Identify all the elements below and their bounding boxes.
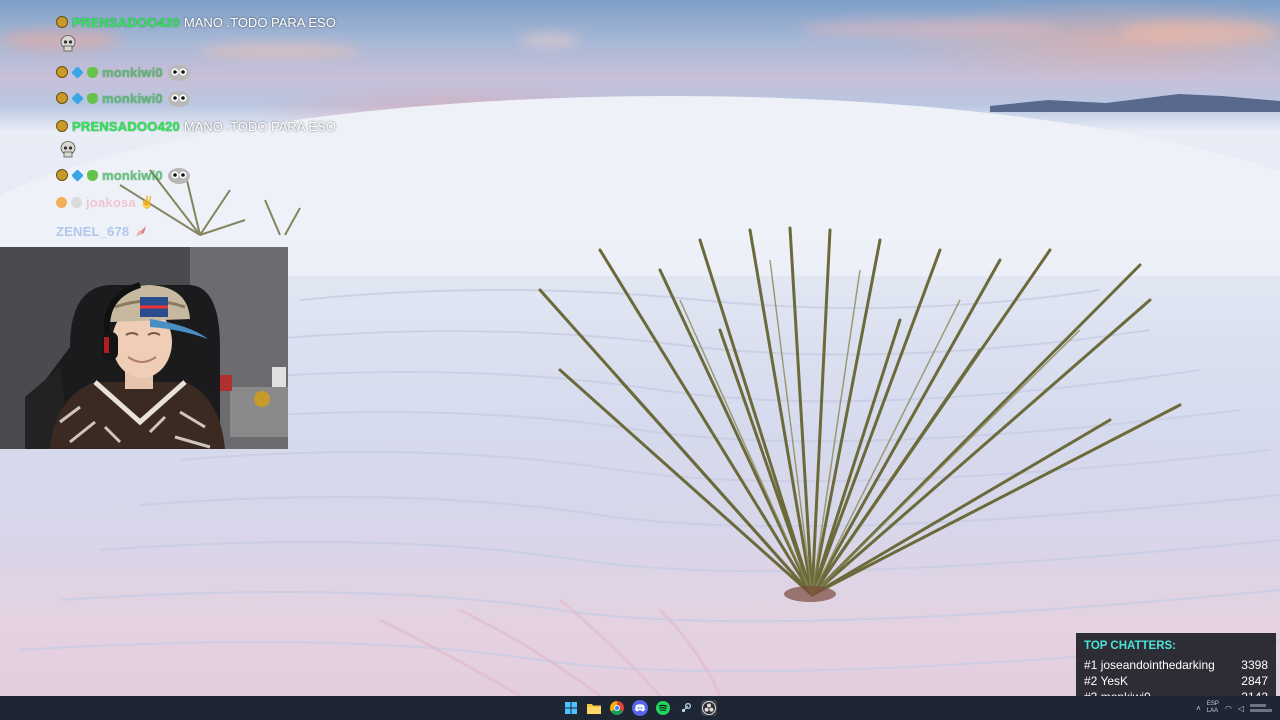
top-chatters-title: TOP CHATTERS:	[1084, 640, 1177, 652]
ghost-badge-icon	[71, 196, 82, 208]
cube-badge-icon	[71, 65, 84, 79]
rocket-emote	[136, 226, 147, 236]
webcam-image	[0, 247, 288, 449]
top-chatter-entry: #1 joseandointhedarking	[1084, 658, 1215, 674]
chatter-name: joseandointhedarking	[1100, 658, 1215, 672]
volume-icon[interactable]: ◁	[1238, 704, 1244, 713]
language-code: ESP	[1206, 701, 1219, 707]
system-tray: ˄ ESP LAA ◠ ◁	[1190, 696, 1272, 720]
spotify-icon[interactable]	[655, 700, 671, 716]
badge-icon	[56, 169, 68, 181]
chat-text: MANO .TODO PARA ESO	[183, 118, 336, 134]
top-chatter-entry: #2 YesK	[1084, 674, 1128, 690]
language-indicator[interactable]: ESP LAA	[1207, 701, 1219, 715]
chatter-rank: #2	[1084, 674, 1098, 688]
chat-username: PRENSADOO420	[72, 14, 180, 30]
chat-emote-line	[60, 34, 76, 54]
cube-badge-icon	[71, 91, 84, 105]
hand-emote: ✌	[139, 195, 155, 209]
clock[interactable]	[1250, 704, 1272, 712]
frog-badge-icon	[87, 92, 98, 104]
taskbar: ˄ ESP LAA ◠ ◁	[0, 696, 1280, 720]
chat-text: MANO .TODO PARA ESO	[183, 14, 336, 30]
badge-icon	[56, 196, 67, 208]
chat-username: joakosa	[86, 194, 136, 210]
skull-emote	[60, 141, 76, 158]
chat-message: PRENSADOO420 MANO .TODO PARA ESO	[56, 116, 336, 136]
chat-message: monkiwi0	[56, 88, 191, 108]
frog-badge-icon	[87, 169, 98, 181]
wifi-icon[interactable]: ◠	[1225, 704, 1232, 713]
badge-icon	[56, 66, 68, 78]
chat-message: PRENSADOO420 MANO .TODO PARA ESO	[56, 12, 336, 32]
chat-username: monkiwi0	[102, 90, 163, 106]
steam-icon[interactable]	[678, 700, 694, 716]
chat-emote-line	[60, 140, 76, 160]
eyes-emote	[167, 168, 190, 184]
badge-icon	[56, 16, 68, 28]
chat-message-text: MANO .TODO PARA ESO	[184, 15, 336, 30]
chevron-up-icon[interactable]: ˄	[1196, 704, 1201, 713]
chat-message: monkiwi0	[56, 62, 191, 82]
badge-icon	[56, 92, 68, 104]
eyes-emote	[167, 91, 190, 107]
chat-message: monkiwi0	[56, 165, 191, 185]
clock-date-blur	[1250, 709, 1272, 712]
chat-message: ZENEL_678	[56, 221, 149, 241]
skull-emote	[60, 35, 76, 52]
frog-badge-icon	[87, 66, 98, 78]
chat-message-text: MANO .TODO PARA ESO	[184, 119, 336, 134]
obs-icon[interactable]	[701, 700, 717, 716]
chat-username: monkiwi0	[102, 167, 163, 183]
yucca-plant	[538, 226, 1182, 597]
clock-time-blur	[1250, 704, 1266, 707]
eyes-emote	[167, 65, 190, 81]
chatter-count: 3398	[1241, 658, 1268, 672]
chrome-icon[interactable]	[609, 700, 625, 716]
keyboard-layout: LAA	[1206, 708, 1219, 714]
top-chatter-row: #2 YesK 2847	[1084, 674, 1268, 690]
badge-icon	[56, 120, 68, 132]
cube-badge-icon	[71, 168, 84, 182]
chat-message: joakosa ✌	[56, 192, 155, 212]
chatter-rank: #1	[1084, 658, 1098, 672]
chatter-count: 2847	[1241, 674, 1268, 688]
file-explorer-icon[interactable]	[586, 700, 602, 716]
top-chatter-row: #1 joseandointhedarking 3398	[1084, 658, 1268, 674]
chat-username: monkiwi0	[102, 64, 163, 80]
discord-icon[interactable]	[632, 700, 648, 716]
chat-username: ZENEL_678	[56, 223, 130, 239]
chat-username: PRENSADOO420	[72, 118, 180, 134]
chatter-name: YesK	[1100, 674, 1129, 688]
webcam-feed	[0, 247, 288, 449]
windows-start-icon[interactable]	[563, 700, 579, 716]
